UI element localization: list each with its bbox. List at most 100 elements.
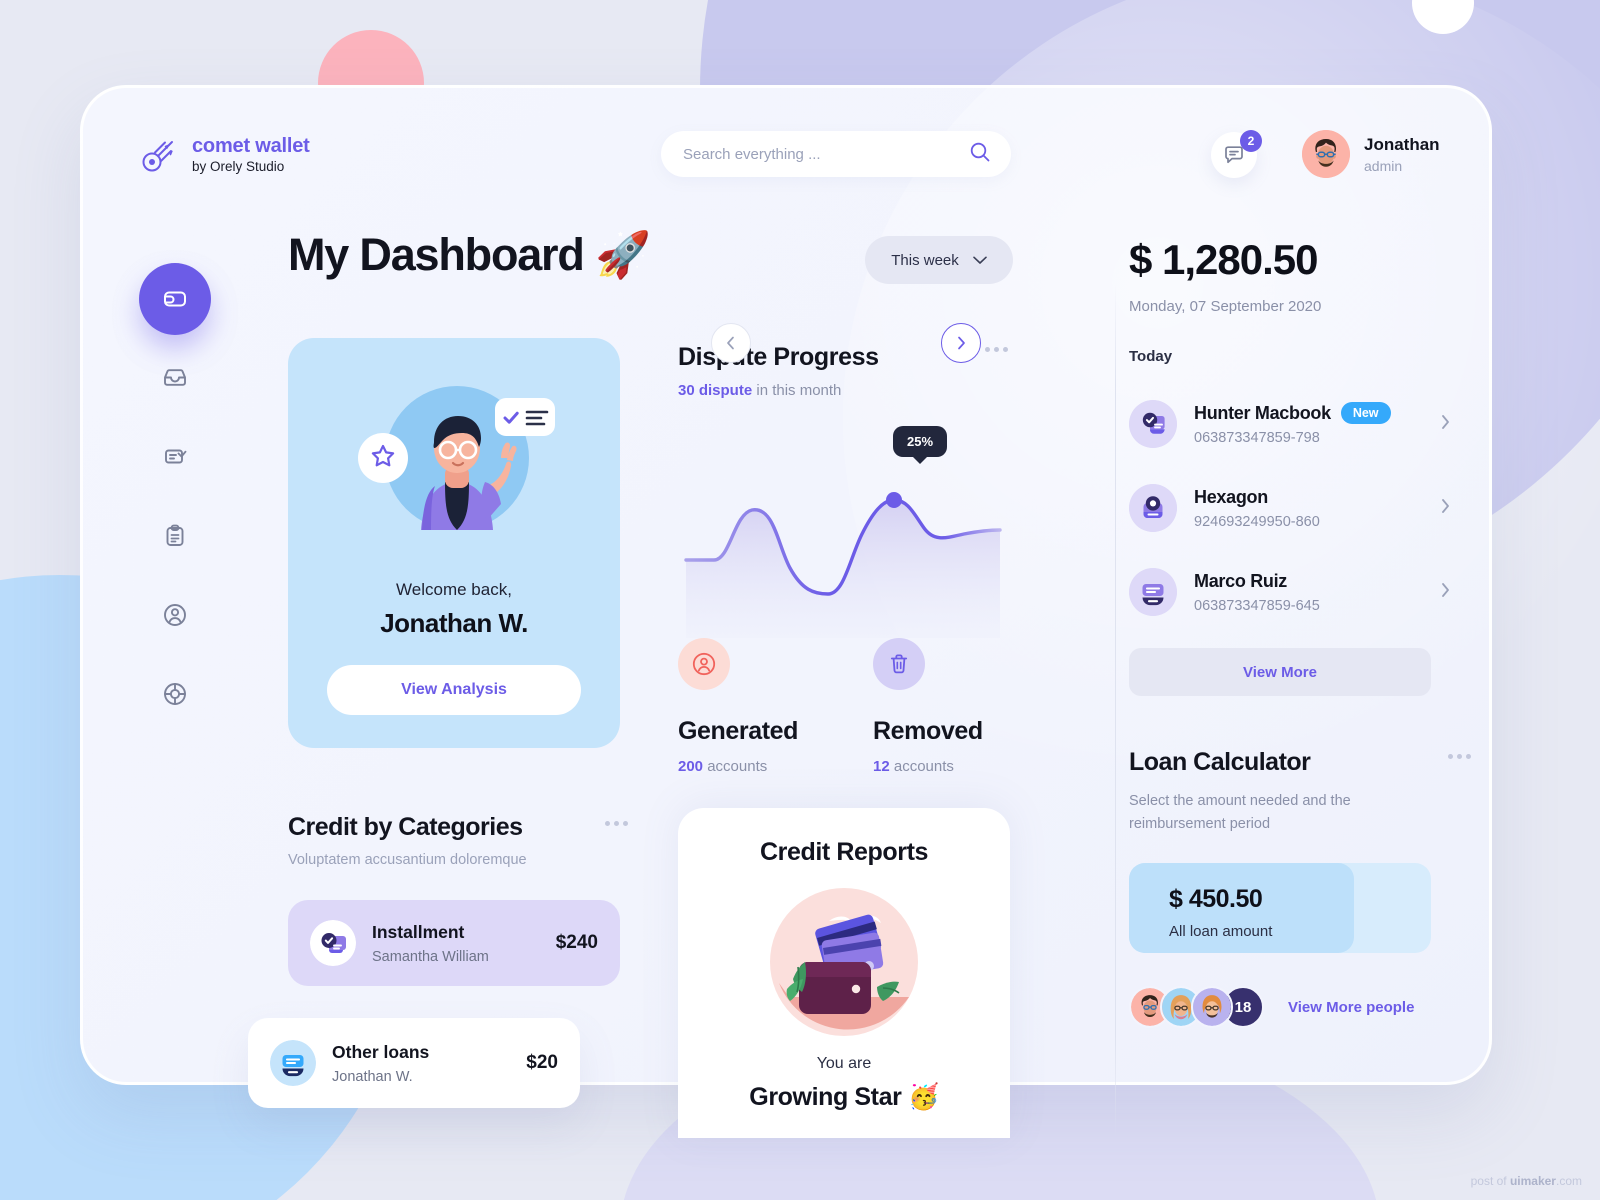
transaction-number: 063873347859-798 bbox=[1194, 430, 1320, 446]
app-window: comet wallet by Orely Studio 2 bbox=[80, 0, 1600, 1138]
trash-icon bbox=[873, 638, 925, 690]
loan-calculator-title: Loan Calculator bbox=[1129, 748, 1311, 776]
user-role: admin bbox=[1364, 157, 1403, 174]
view-more-button[interactable]: View More bbox=[1129, 648, 1431, 696]
people-avatars: 18 View More people bbox=[1129, 986, 1414, 1028]
watermark-suffix: .com bbox=[1555, 1174, 1582, 1188]
user-circle-icon bbox=[678, 638, 730, 690]
watermark: post of uimaker.com bbox=[1471, 1174, 1582, 1188]
stat-value: 12 accounts bbox=[873, 758, 983, 775]
loan-calculator-header: Loan Calculator Select the amount needed… bbox=[1129, 748, 1471, 836]
stat-label: Generated bbox=[678, 717, 799, 745]
chevron-left-icon bbox=[727, 336, 734, 350]
welcome-greeting: Welcome back, bbox=[396, 580, 512, 599]
category-amount: $20 bbox=[526, 1052, 558, 1073]
view-more-people-link[interactable]: View More people bbox=[1288, 999, 1414, 1016]
credit-categories-title: Credit by Categories bbox=[288, 813, 523, 841]
today-label: Today bbox=[1129, 348, 1173, 365]
sidebar-item-inbox[interactable] bbox=[139, 342, 211, 414]
search-bar[interactable] bbox=[661, 131, 1011, 177]
ellipsis-icon[interactable] bbox=[1448, 754, 1471, 759]
camera-document-icon bbox=[1129, 484, 1177, 532]
category-person: Samantha William bbox=[372, 948, 489, 965]
chevron-right-icon[interactable] bbox=[1440, 414, 1451, 435]
transaction-number: 924693249950-860 bbox=[1194, 513, 1320, 530]
page-title: My Dashboard 🚀 bbox=[288, 229, 651, 280]
brand-tagline: by Orely Studio bbox=[192, 158, 285, 174]
transaction-name: Hexagon bbox=[1194, 486, 1268, 507]
brand-logo[interactable]: comet wallet by Orely Studio bbox=[138, 133, 310, 175]
check-document-icon bbox=[1129, 400, 1177, 448]
category-row-installment[interactable]: Installment Samantha William $240 bbox=[288, 900, 620, 986]
watermark-brand: uimaker bbox=[1509, 1174, 1556, 1188]
balance-date: Monday, 07 September 2020 bbox=[1129, 298, 1322, 315]
stat-value: 200 accounts bbox=[678, 758, 798, 775]
sidebar-nav bbox=[139, 263, 211, 737]
user-menu[interactable]: Jonathan admin bbox=[1302, 130, 1440, 178]
welcome-card: Welcome back, Jonathan W. View Analysis bbox=[288, 338, 620, 748]
stat-generated: Generated 200 accounts bbox=[678, 638, 798, 775]
ellipsis-icon[interactable] bbox=[605, 821, 628, 826]
sidebar-item-checklist[interactable] bbox=[139, 421, 211, 493]
period-select[interactable]: This week bbox=[865, 236, 1013, 284]
chevron-down-icon bbox=[972, 252, 987, 269]
transaction-name: Hunter Macbook bbox=[1194, 402, 1331, 423]
search-input[interactable] bbox=[683, 145, 969, 163]
brand-name: comet wallet bbox=[192, 134, 310, 157]
lines-document-icon bbox=[1129, 568, 1177, 616]
transactions-list: Hunter Macbook New 063873347859-798 Hexa… bbox=[1129, 388, 1451, 628]
chart-highlight-point bbox=[886, 492, 902, 508]
status-badge: New bbox=[1340, 402, 1391, 424]
loan-amount-fill: $ 450.50 All loan amount bbox=[1129, 863, 1354, 953]
user-circle-icon bbox=[164, 604, 186, 626]
wallet-icon bbox=[164, 291, 186, 307]
check-document-icon bbox=[310, 920, 356, 966]
ellipsis-icon[interactable] bbox=[985, 347, 1008, 352]
waving-person-illustration bbox=[349, 370, 559, 560]
list-item[interactable]: Hunter Macbook New 063873347859-798 bbox=[1129, 388, 1451, 460]
category-amount: $240 bbox=[555, 932, 598, 953]
list-item[interactable]: Marco Ruiz 063873347859-645 bbox=[1129, 556, 1451, 628]
dispute-count: 30 dispute bbox=[678, 382, 753, 399]
sidebar-item-support[interactable] bbox=[139, 658, 211, 730]
dispute-progress-chart bbox=[678, 418, 1008, 638]
chevron-right-icon bbox=[958, 336, 965, 350]
avatar[interactable] bbox=[1191, 986, 1233, 1028]
chart-tooltip: 25% bbox=[893, 426, 948, 457]
stat-unit: accounts bbox=[703, 758, 768, 775]
chevron-right-icon[interactable] bbox=[1440, 582, 1451, 603]
transaction-number: 063873347859-645 bbox=[1194, 597, 1320, 614]
stat-number: 12 bbox=[873, 758, 890, 775]
lifebuoy-icon bbox=[164, 683, 186, 705]
search-icon[interactable] bbox=[969, 141, 991, 168]
dispute-count-rest: in this month bbox=[752, 382, 842, 399]
clipboard-icon bbox=[166, 524, 184, 546]
credit-categories-header: Credit by Categories Voluptatem accusant… bbox=[288, 813, 628, 868]
category-row-other-loans[interactable]: Other loans Jonathan W. $20 bbox=[248, 1018, 580, 1108]
panel-divider bbox=[1115, 283, 1116, 1138]
category-name: Other loans bbox=[332, 1041, 430, 1062]
watermark-prefix: post of bbox=[1470, 1174, 1510, 1188]
comet-icon bbox=[138, 133, 180, 175]
lines-document-icon bbox=[270, 1040, 316, 1086]
list-item[interactable]: Hexagon 924693249950-860 bbox=[1129, 472, 1451, 544]
sidebar-item-profile[interactable] bbox=[139, 579, 211, 651]
welcome-name: Jonathan W. bbox=[380, 608, 528, 638]
wallet-with-cards-illustration bbox=[765, 883, 923, 1052]
dispute-progress-subtitle: 30 dispute in this month bbox=[678, 382, 1008, 399]
carousel-next-button[interactable] bbox=[941, 323, 981, 363]
carousel-prev-button[interactable] bbox=[711, 323, 751, 363]
view-analysis-button[interactable]: View Analysis bbox=[327, 665, 581, 715]
checklist-icon bbox=[165, 449, 187, 464]
balance-amount: $ 1,280.50 bbox=[1129, 236, 1319, 283]
sidebar-item-wallet[interactable] bbox=[139, 263, 211, 335]
messages-badge: 2 bbox=[1240, 130, 1262, 152]
stat-number: 200 bbox=[678, 758, 704, 775]
chevron-right-icon[interactable] bbox=[1440, 498, 1451, 519]
loan-amount-slider[interactable]: $ 450.50 All loan amount bbox=[1129, 863, 1431, 953]
stat-label: Removed bbox=[873, 717, 983, 745]
credit-reports-caption: You are bbox=[816, 1055, 872, 1072]
sidebar-item-clipboard[interactable] bbox=[139, 500, 211, 572]
stat-unit: accounts bbox=[889, 758, 954, 775]
stat-removed: Removed 12 accounts bbox=[873, 638, 983, 775]
